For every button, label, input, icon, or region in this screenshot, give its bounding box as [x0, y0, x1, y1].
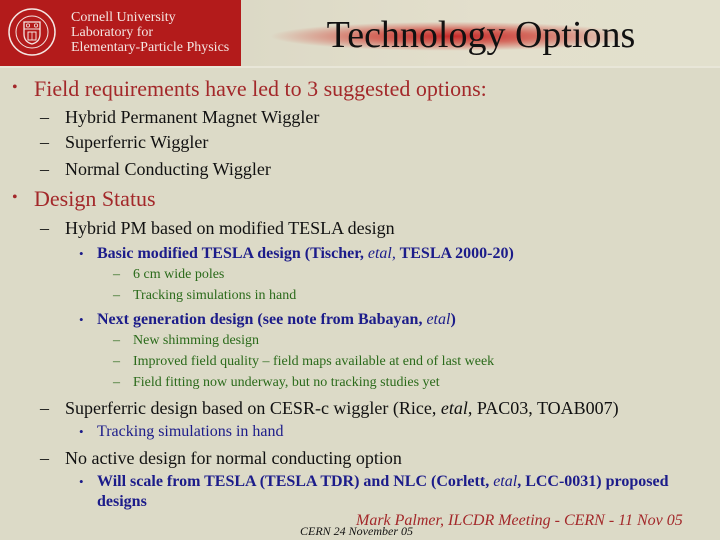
option-item: – Normal Conducting Wiggler: [40, 159, 271, 180]
bullet-field-requirements: • Field requirements have led to 3 sugge…: [12, 76, 487, 102]
etal-text: etal,: [367, 245, 396, 262]
option-text: Normal Conducting Wiggler: [65, 159, 271, 179]
scale-item: • Will scale from TESLA (TESLA TDR) and …: [79, 473, 669, 491]
logo-line-physics: Elementary-Particle Physics: [71, 40, 230, 55]
tracking-text: Tracking simulations in hand: [97, 423, 284, 440]
detail-text: Tracking simulations in hand: [133, 288, 297, 303]
logo-line-laboratory: Laboratory for: [71, 25, 154, 40]
hybrid-pm-text: Hybrid PM based on modified TESLA design: [65, 218, 395, 238]
text-part: TESLA 2000-20): [395, 245, 514, 262]
etal-text: etal: [440, 398, 468, 418]
text-part: Basic modified TESLA design (Tischer,: [97, 245, 368, 262]
superferric-item: – Superferric design based on CESR-c wig…: [40, 398, 619, 419]
detail-item: – Improved field quality – field maps av…: [113, 354, 495, 370]
bullet-design-status: • Design Status: [12, 186, 156, 212]
text-part: ): [450, 311, 456, 328]
bullet-text: Design Status: [34, 186, 156, 211]
option-item: – Hybrid Permanent Magnet Wiggler: [40, 107, 320, 128]
detail-item: – Field fitting now underway, but no tra…: [113, 375, 440, 391]
text-part: Next generation design (see note from Ba…: [97, 311, 427, 328]
text-part: , PAC03, TOAB007): [467, 398, 619, 418]
dash-icon: –: [113, 333, 120, 348]
normal-conducting-text: No active design for normal conducting o…: [65, 448, 402, 468]
slide-title: Technology Options: [326, 14, 636, 56]
hybrid-pm-item: – Hybrid PM based on modified TESLA desi…: [40, 218, 395, 239]
bullet-text: Field requirements have led to 3 suggest…: [34, 76, 487, 101]
detail-text: Improved field quality – field maps avai…: [133, 354, 495, 369]
detail-item: – 6 cm wide poles: [113, 267, 225, 283]
text-part: Will scale from TESLA (TESLA TDR) and NL…: [97, 473, 494, 490]
bullet-icon: •: [79, 424, 84, 439]
next-generation-item: • Next generation design (see note from …: [79, 311, 456, 329]
option-text: Superferric Wiggler: [65, 132, 209, 152]
detail-text: 6 cm wide poles: [133, 267, 225, 282]
dash-icon: –: [113, 375, 120, 390]
basic-tesla-item: • Basic modified TESLA design (Tischer, …: [79, 245, 514, 263]
slide-header: Cornell University Laboratory for Elemen…: [0, 0, 720, 68]
cornell-seal-icon: [8, 8, 56, 56]
dash-icon: –: [40, 107, 49, 127]
logo-text: Cornell University Laboratory for Elemen…: [71, 10, 229, 55]
dash-icon: –: [40, 218, 49, 238]
logo-line-university: Cornell University: [71, 10, 176, 25]
dash-icon: –: [40, 132, 49, 152]
etal-text: etal: [493, 473, 518, 490]
bullet-icon: •: [79, 246, 84, 261]
detail-item: – Tracking simulations in hand: [113, 288, 297, 304]
detail-text: New shimming design: [133, 333, 259, 348]
etal-text: etal: [426, 311, 451, 328]
dash-icon: –: [40, 398, 49, 418]
bullet-icon: •: [12, 79, 18, 96]
scale-item-continued: designs: [97, 493, 147, 510]
dash-icon: –: [113, 354, 120, 369]
bullet-icon: •: [79, 474, 84, 489]
detail-text: Field fitting now underway, but no track…: [133, 375, 440, 390]
dash-icon: –: [40, 448, 49, 468]
dash-icon: –: [40, 159, 49, 179]
cornell-logo: Cornell University Laboratory for Elemen…: [0, 0, 241, 66]
dash-icon: –: [113, 288, 120, 303]
bullet-icon: •: [12, 189, 18, 206]
option-item: – Superferric Wiggler: [40, 132, 209, 153]
superferric-tracking-item: • Tracking simulations in hand: [79, 423, 284, 441]
normal-conducting-item: – No active design for normal conducting…: [40, 448, 402, 469]
footer-date: CERN 24 November 05: [300, 524, 413, 538]
dash-icon: –: [113, 267, 120, 282]
bullet-icon: •: [79, 312, 84, 327]
detail-item: – New shimming design: [113, 333, 259, 349]
text-part: Superferric design based on CESR-c wiggl…: [65, 398, 441, 418]
option-text: Hybrid Permanent Magnet Wiggler: [65, 107, 320, 127]
text-part: , LCC-0031) proposed: [517, 473, 669, 490]
